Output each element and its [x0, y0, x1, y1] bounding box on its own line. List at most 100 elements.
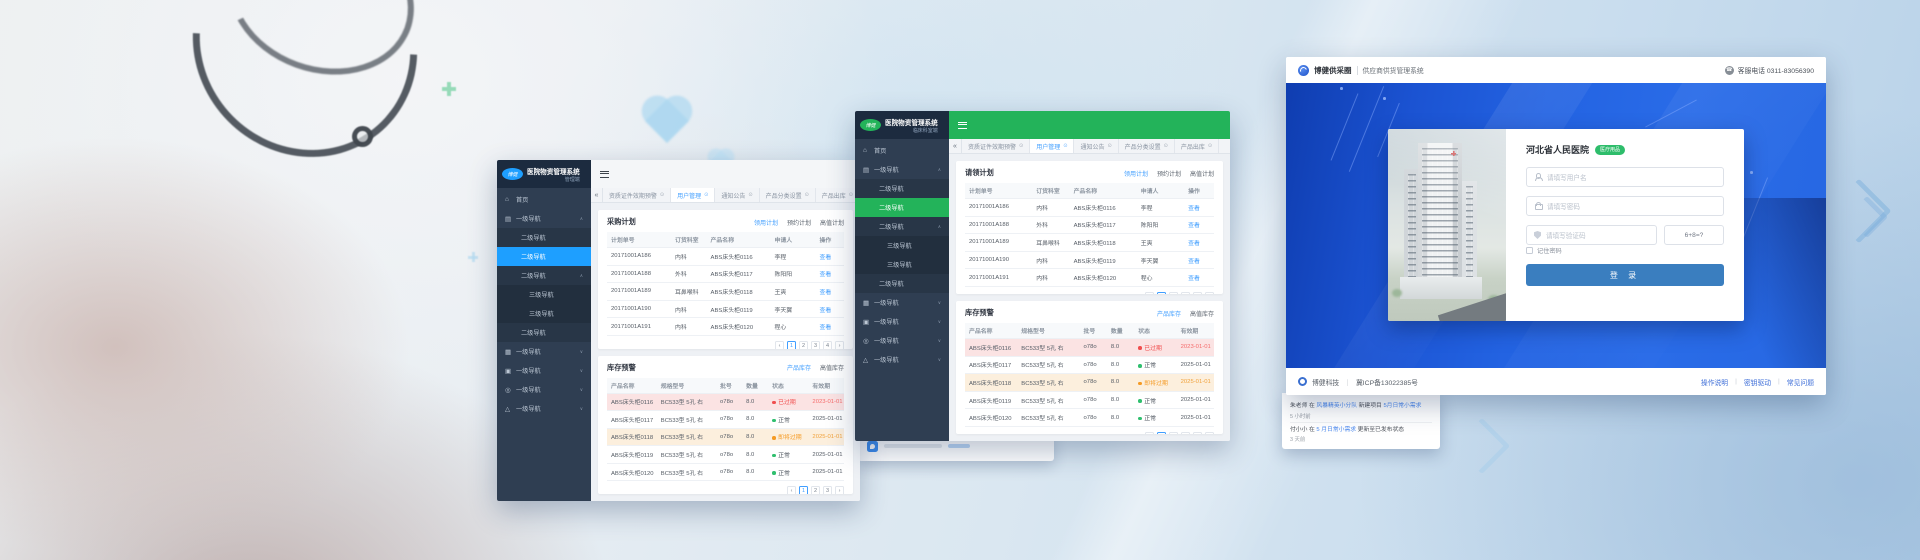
- pagination-page[interactable]: 2: [1169, 432, 1178, 434]
- notification-item[interactable]: 朱老师 在 风暴精英小分队 新建项目 5月日常小需求5 小时前: [1290, 399, 1432, 422]
- section-link[interactable]: 高值库存: [820, 363, 844, 372]
- tab-资质证件效期预警[interactable]: 资质证件效期预警⊙: [962, 139, 1030, 153]
- tab-close-icon[interactable]: ⊙: [1107, 143, 1111, 149]
- tab-产品分类设置[interactable]: 产品分类设置⊙: [1119, 139, 1175, 153]
- sidebar-item[interactable]: 三级导航: [497, 285, 591, 304]
- sidebar-item[interactable]: ▤一级导航∧: [855, 160, 949, 179]
- sidebar-item[interactable]: 三级导航: [855, 255, 949, 274]
- view-link[interactable]: 查看: [1184, 251, 1214, 269]
- tab-close-icon[interactable]: ⊙: [1164, 143, 1168, 149]
- view-link[interactable]: 查看: [1184, 199, 1214, 217]
- username-field[interactable]: 请填写用户名: [1526, 167, 1724, 187]
- sidebar-item[interactable]: △一级导航∨: [497, 399, 591, 418]
- section-link[interactable]: 预约计划: [1157, 169, 1181, 178]
- view-link[interactable]: 查看: [816, 283, 844, 301]
- pagination-page[interactable]: 1: [799, 486, 808, 494]
- pagination-page[interactable]: 1: [787, 341, 796, 349]
- tab-close-icon[interactable]: ⊙: [805, 192, 809, 198]
- sidebar-item[interactable]: ◎一级导航∨: [855, 331, 949, 350]
- password-field[interactable]: 请填写密码: [1526, 196, 1724, 216]
- sidebar-item[interactable]: 二级导航∧: [497, 266, 591, 285]
- pagination-next[interactable]: ›: [835, 341, 844, 349]
- tab-close-icon[interactable]: ⊙: [748, 192, 752, 198]
- view-link[interactable]: 查看: [816, 318, 844, 336]
- tab-close-icon[interactable]: ⊙: [1063, 143, 1067, 149]
- sidebar-item[interactable]: 二级导航∧: [855, 217, 949, 236]
- notification-item[interactable]: 付小小 在 5 月日常小需求 更新至已发布状态3 天前: [1290, 422, 1432, 446]
- pagination-next[interactable]: ›: [835, 486, 844, 494]
- pagination-page[interactable]: 4: [1193, 292, 1202, 294]
- pagination-page[interactable]: 4: [823, 341, 832, 349]
- captcha-question[interactable]: 6+8=?: [1664, 225, 1724, 245]
- pagination-prev[interactable]: ‹: [1145, 292, 1154, 294]
- footer-link-faq[interactable]: 常见问题: [1787, 377, 1814, 387]
- remember-checkbox[interactable]: [1526, 247, 1533, 254]
- pagination-page[interactable]: 3: [811, 341, 820, 349]
- tab-资质证件效期预警[interactable]: 资质证件效期预警⊙: [603, 188, 671, 202]
- pagination-page[interactable]: 3: [1181, 292, 1190, 294]
- view-link[interactable]: 查看: [816, 300, 844, 318]
- tab-用户管理[interactable]: 用户管理⊙: [1030, 139, 1074, 153]
- section-link[interactable]: 高值库存: [1190, 309, 1214, 318]
- sidebar-item[interactable]: ▦一级导航∨: [855, 293, 949, 312]
- sidebar-item[interactable]: ⌂首页: [855, 141, 949, 160]
- sidebar-item[interactable]: 二级导航: [497, 228, 591, 247]
- collapse-tabs-icon[interactable]: «: [949, 139, 962, 153]
- sidebar-item[interactable]: 二级导航: [497, 247, 591, 266]
- view-link[interactable]: 查看: [1184, 234, 1214, 252]
- sidebar-item[interactable]: 二级导航: [855, 198, 949, 217]
- footer-link-manual[interactable]: 操作说明: [1701, 377, 1728, 387]
- sidebar-item[interactable]: △一级导航∨: [855, 350, 949, 369]
- menu-toggle-icon[interactable]: [958, 122, 967, 129]
- section-link[interactable]: 高值计划: [1190, 169, 1214, 178]
- sidebar-item[interactable]: ▤一级导航∧: [497, 209, 591, 228]
- sidebar-item[interactable]: ◎一级导航∨: [497, 380, 591, 399]
- section-link[interactable]: 预约计划: [787, 218, 811, 227]
- pagination-next[interactable]: ›: [1205, 292, 1214, 294]
- sidebar-item[interactable]: 二级导航: [855, 274, 949, 293]
- pagination-page[interactable]: 1: [1157, 292, 1166, 294]
- section-link[interactable]: 领用计划: [754, 218, 778, 227]
- section-link[interactable]: 领用计划: [1124, 169, 1148, 178]
- pagination-page[interactable]: 4: [1193, 432, 1202, 434]
- notification-link[interactable]: 5 月日常小需求: [1316, 427, 1356, 433]
- sidebar-item[interactable]: ▣一级导航∨: [497, 361, 591, 380]
- tab-close-icon[interactable]: ⊙: [849, 192, 853, 198]
- menu-toggle-icon[interactable]: [600, 171, 609, 178]
- captcha-field[interactable]: 请填写验证码: [1526, 225, 1657, 245]
- sidebar-item[interactable]: ▣一级导航∨: [855, 312, 949, 331]
- section-link[interactable]: 产品库存: [787, 363, 811, 372]
- view-link[interactable]: 查看: [1184, 216, 1214, 234]
- tab-产品出库[interactable]: 产品出库⊙: [816, 188, 860, 202]
- section-link[interactable]: 高值计划: [820, 218, 844, 227]
- pagination-page[interactable]: 2: [811, 486, 820, 494]
- pagination-prev[interactable]: ‹: [775, 341, 784, 349]
- tab-close-icon[interactable]: ⊙: [1019, 143, 1023, 149]
- footer-link-key-driver[interactable]: 密钥驱动: [1744, 377, 1771, 387]
- tab-用户管理[interactable]: 用户管理⊙: [671, 188, 715, 202]
- tab-close-icon[interactable]: ⊙: [704, 192, 708, 198]
- sidebar-item[interactable]: 三级导航: [497, 304, 591, 323]
- tab-通知公告[interactable]: 通知公告⊙: [715, 188, 759, 202]
- view-link[interactable]: 查看: [816, 248, 844, 266]
- tab-通知公告[interactable]: 通知公告⊙: [1074, 139, 1118, 153]
- pagination-page[interactable]: 3: [823, 486, 832, 494]
- tab-产品出库[interactable]: 产品出库⊙: [1175, 139, 1219, 153]
- tab-close-icon[interactable]: ⊙: [660, 192, 664, 198]
- sidebar-item[interactable]: 二级导航: [497, 323, 591, 342]
- sidebar-item[interactable]: 三级导航: [855, 236, 949, 255]
- sidebar-item[interactable]: ▦一级导航∨: [497, 342, 591, 361]
- pagination-page[interactable]: 3: [1181, 432, 1190, 434]
- pagination-page[interactable]: 1: [1157, 432, 1166, 434]
- notification-link[interactable]: 风暴精英小分队: [1316, 403, 1357, 409]
- pagination-prev[interactable]: ‹: [787, 486, 796, 494]
- login-button[interactable]: 登 录: [1526, 264, 1724, 286]
- view-link[interactable]: 查看: [816, 265, 844, 283]
- sidebar-item[interactable]: 二级导航: [855, 179, 949, 198]
- sidebar-item[interactable]: ⌂首页: [497, 190, 591, 209]
- section-link[interactable]: 产品库存: [1157, 309, 1181, 318]
- pagination-prev[interactable]: ‹: [1145, 432, 1154, 434]
- collapse-tabs-icon[interactable]: «: [591, 188, 603, 202]
- pagination-page[interactable]: 2: [799, 341, 808, 349]
- tab-close-icon[interactable]: ⊙: [1208, 143, 1212, 149]
